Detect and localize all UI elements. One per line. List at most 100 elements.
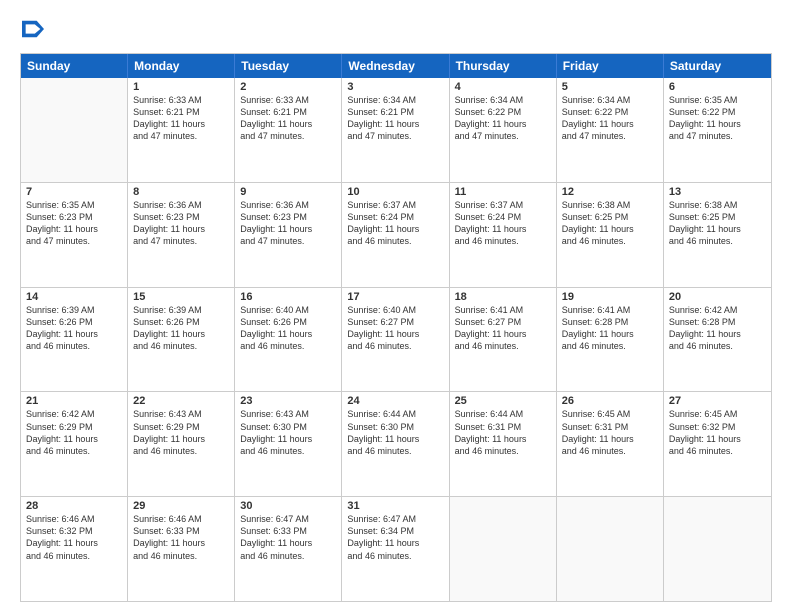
day-number: 20 — [669, 291, 766, 303]
page: SundayMondayTuesdayWednesdayThursdayFrid… — [0, 0, 792, 612]
day-number: 16 — [240, 291, 336, 303]
day-info: Sunrise: 6:35 AM Sunset: 6:23 PM Dayligh… — [26, 199, 122, 248]
day-number: 27 — [669, 395, 766, 407]
day-info: Sunrise: 6:45 AM Sunset: 6:31 PM Dayligh… — [562, 408, 658, 457]
table-row: 6Sunrise: 6:35 AM Sunset: 6:22 PM Daylig… — [664, 78, 771, 182]
day-info: Sunrise: 6:40 AM Sunset: 6:26 PM Dayligh… — [240, 304, 336, 353]
table-row — [664, 497, 771, 601]
day-number: 6 — [669, 81, 766, 93]
day-info: Sunrise: 6:46 AM Sunset: 6:33 PM Dayligh… — [133, 513, 229, 562]
logo-icon — [22, 18, 44, 40]
table-row: 30Sunrise: 6:47 AM Sunset: 6:33 PM Dayli… — [235, 497, 342, 601]
table-row: 21Sunrise: 6:42 AM Sunset: 6:29 PM Dayli… — [21, 392, 128, 496]
header — [20, 18, 772, 45]
week-row-5: 28Sunrise: 6:46 AM Sunset: 6:32 PM Dayli… — [21, 497, 771, 601]
table-row: 17Sunrise: 6:40 AM Sunset: 6:27 PM Dayli… — [342, 288, 449, 392]
day-info: Sunrise: 6:35 AM Sunset: 6:22 PM Dayligh… — [669, 94, 766, 143]
day-number: 13 — [669, 186, 766, 198]
day-info: Sunrise: 6:33 AM Sunset: 6:21 PM Dayligh… — [133, 94, 229, 143]
day-info: Sunrise: 6:38 AM Sunset: 6:25 PM Dayligh… — [562, 199, 658, 248]
day-number: 12 — [562, 186, 658, 198]
week-row-4: 21Sunrise: 6:42 AM Sunset: 6:29 PM Dayli… — [21, 392, 771, 497]
day-info: Sunrise: 6:39 AM Sunset: 6:26 PM Dayligh… — [26, 304, 122, 353]
day-info: Sunrise: 6:42 AM Sunset: 6:28 PM Dayligh… — [669, 304, 766, 353]
table-row: 7Sunrise: 6:35 AM Sunset: 6:23 PM Daylig… — [21, 183, 128, 287]
week-row-1: 1Sunrise: 6:33 AM Sunset: 6:21 PM Daylig… — [21, 78, 771, 183]
week-row-3: 14Sunrise: 6:39 AM Sunset: 6:26 PM Dayli… — [21, 288, 771, 393]
table-row — [450, 497, 557, 601]
table-row: 14Sunrise: 6:39 AM Sunset: 6:26 PM Dayli… — [21, 288, 128, 392]
day-number: 10 — [347, 186, 443, 198]
table-row: 16Sunrise: 6:40 AM Sunset: 6:26 PM Dayli… — [235, 288, 342, 392]
day-number: 5 — [562, 81, 658, 93]
day-info: Sunrise: 6:38 AM Sunset: 6:25 PM Dayligh… — [669, 199, 766, 248]
day-info: Sunrise: 6:41 AM Sunset: 6:27 PM Dayligh… — [455, 304, 551, 353]
day-header-thursday: Thursday — [450, 54, 557, 78]
logo — [20, 18, 44, 45]
table-row: 2Sunrise: 6:33 AM Sunset: 6:21 PM Daylig… — [235, 78, 342, 182]
day-number: 11 — [455, 186, 551, 198]
table-row: 13Sunrise: 6:38 AM Sunset: 6:25 PM Dayli… — [664, 183, 771, 287]
day-info: Sunrise: 6:44 AM Sunset: 6:30 PM Dayligh… — [347, 408, 443, 457]
table-row: 11Sunrise: 6:37 AM Sunset: 6:24 PM Dayli… — [450, 183, 557, 287]
day-number: 24 — [347, 395, 443, 407]
table-row: 4Sunrise: 6:34 AM Sunset: 6:22 PM Daylig… — [450, 78, 557, 182]
table-row: 22Sunrise: 6:43 AM Sunset: 6:29 PM Dayli… — [128, 392, 235, 496]
day-header-friday: Friday — [557, 54, 664, 78]
table-row: 5Sunrise: 6:34 AM Sunset: 6:22 PM Daylig… — [557, 78, 664, 182]
day-number: 23 — [240, 395, 336, 407]
day-info: Sunrise: 6:36 AM Sunset: 6:23 PM Dayligh… — [133, 199, 229, 248]
day-info: Sunrise: 6:37 AM Sunset: 6:24 PM Dayligh… — [455, 199, 551, 248]
day-number: 7 — [26, 186, 122, 198]
table-row: 15Sunrise: 6:39 AM Sunset: 6:26 PM Dayli… — [128, 288, 235, 392]
table-row: 20Sunrise: 6:42 AM Sunset: 6:28 PM Dayli… — [664, 288, 771, 392]
table-row: 8Sunrise: 6:36 AM Sunset: 6:23 PM Daylig… — [128, 183, 235, 287]
day-number: 29 — [133, 500, 229, 512]
day-info: Sunrise: 6:44 AM Sunset: 6:31 PM Dayligh… — [455, 408, 551, 457]
table-row: 27Sunrise: 6:45 AM Sunset: 6:32 PM Dayli… — [664, 392, 771, 496]
day-info: Sunrise: 6:41 AM Sunset: 6:28 PM Dayligh… — [562, 304, 658, 353]
day-info: Sunrise: 6:42 AM Sunset: 6:29 PM Dayligh… — [26, 408, 122, 457]
table-row: 25Sunrise: 6:44 AM Sunset: 6:31 PM Dayli… — [450, 392, 557, 496]
day-header-wednesday: Wednesday — [342, 54, 449, 78]
table-row: 9Sunrise: 6:36 AM Sunset: 6:23 PM Daylig… — [235, 183, 342, 287]
calendar-body: 1Sunrise: 6:33 AM Sunset: 6:21 PM Daylig… — [21, 78, 771, 601]
day-number: 3 — [347, 81, 443, 93]
day-number: 22 — [133, 395, 229, 407]
day-info: Sunrise: 6:45 AM Sunset: 6:32 PM Dayligh… — [669, 408, 766, 457]
table-row: 1Sunrise: 6:33 AM Sunset: 6:21 PM Daylig… — [128, 78, 235, 182]
table-row: 23Sunrise: 6:43 AM Sunset: 6:30 PM Dayli… — [235, 392, 342, 496]
calendar-header: SundayMondayTuesdayWednesdayThursdayFrid… — [21, 54, 771, 78]
day-number: 4 — [455, 81, 551, 93]
day-info: Sunrise: 6:33 AM Sunset: 6:21 PM Dayligh… — [240, 94, 336, 143]
table-row: 18Sunrise: 6:41 AM Sunset: 6:27 PM Dayli… — [450, 288, 557, 392]
day-info: Sunrise: 6:43 AM Sunset: 6:30 PM Dayligh… — [240, 408, 336, 457]
table-row: 10Sunrise: 6:37 AM Sunset: 6:24 PM Dayli… — [342, 183, 449, 287]
day-number: 15 — [133, 291, 229, 303]
day-info: Sunrise: 6:34 AM Sunset: 6:21 PM Dayligh… — [347, 94, 443, 143]
table-row — [21, 78, 128, 182]
table-row: 19Sunrise: 6:41 AM Sunset: 6:28 PM Dayli… — [557, 288, 664, 392]
day-header-sunday: Sunday — [21, 54, 128, 78]
day-number: 8 — [133, 186, 229, 198]
week-row-2: 7Sunrise: 6:35 AM Sunset: 6:23 PM Daylig… — [21, 183, 771, 288]
day-header-saturday: Saturday — [664, 54, 771, 78]
table-row: 31Sunrise: 6:47 AM Sunset: 6:34 PM Dayli… — [342, 497, 449, 601]
day-info: Sunrise: 6:40 AM Sunset: 6:27 PM Dayligh… — [347, 304, 443, 353]
calendar: SundayMondayTuesdayWednesdayThursdayFrid… — [20, 53, 772, 602]
day-info: Sunrise: 6:46 AM Sunset: 6:32 PM Dayligh… — [26, 513, 122, 562]
day-info: Sunrise: 6:37 AM Sunset: 6:24 PM Dayligh… — [347, 199, 443, 248]
day-number: 21 — [26, 395, 122, 407]
day-number: 9 — [240, 186, 336, 198]
day-info: Sunrise: 6:34 AM Sunset: 6:22 PM Dayligh… — [562, 94, 658, 143]
day-number: 2 — [240, 81, 336, 93]
table-row — [557, 497, 664, 601]
day-number: 28 — [26, 500, 122, 512]
day-number: 17 — [347, 291, 443, 303]
day-number: 30 — [240, 500, 336, 512]
table-row: 28Sunrise: 6:46 AM Sunset: 6:32 PM Dayli… — [21, 497, 128, 601]
day-number: 18 — [455, 291, 551, 303]
day-number: 26 — [562, 395, 658, 407]
day-number: 25 — [455, 395, 551, 407]
day-info: Sunrise: 6:43 AM Sunset: 6:29 PM Dayligh… — [133, 408, 229, 457]
